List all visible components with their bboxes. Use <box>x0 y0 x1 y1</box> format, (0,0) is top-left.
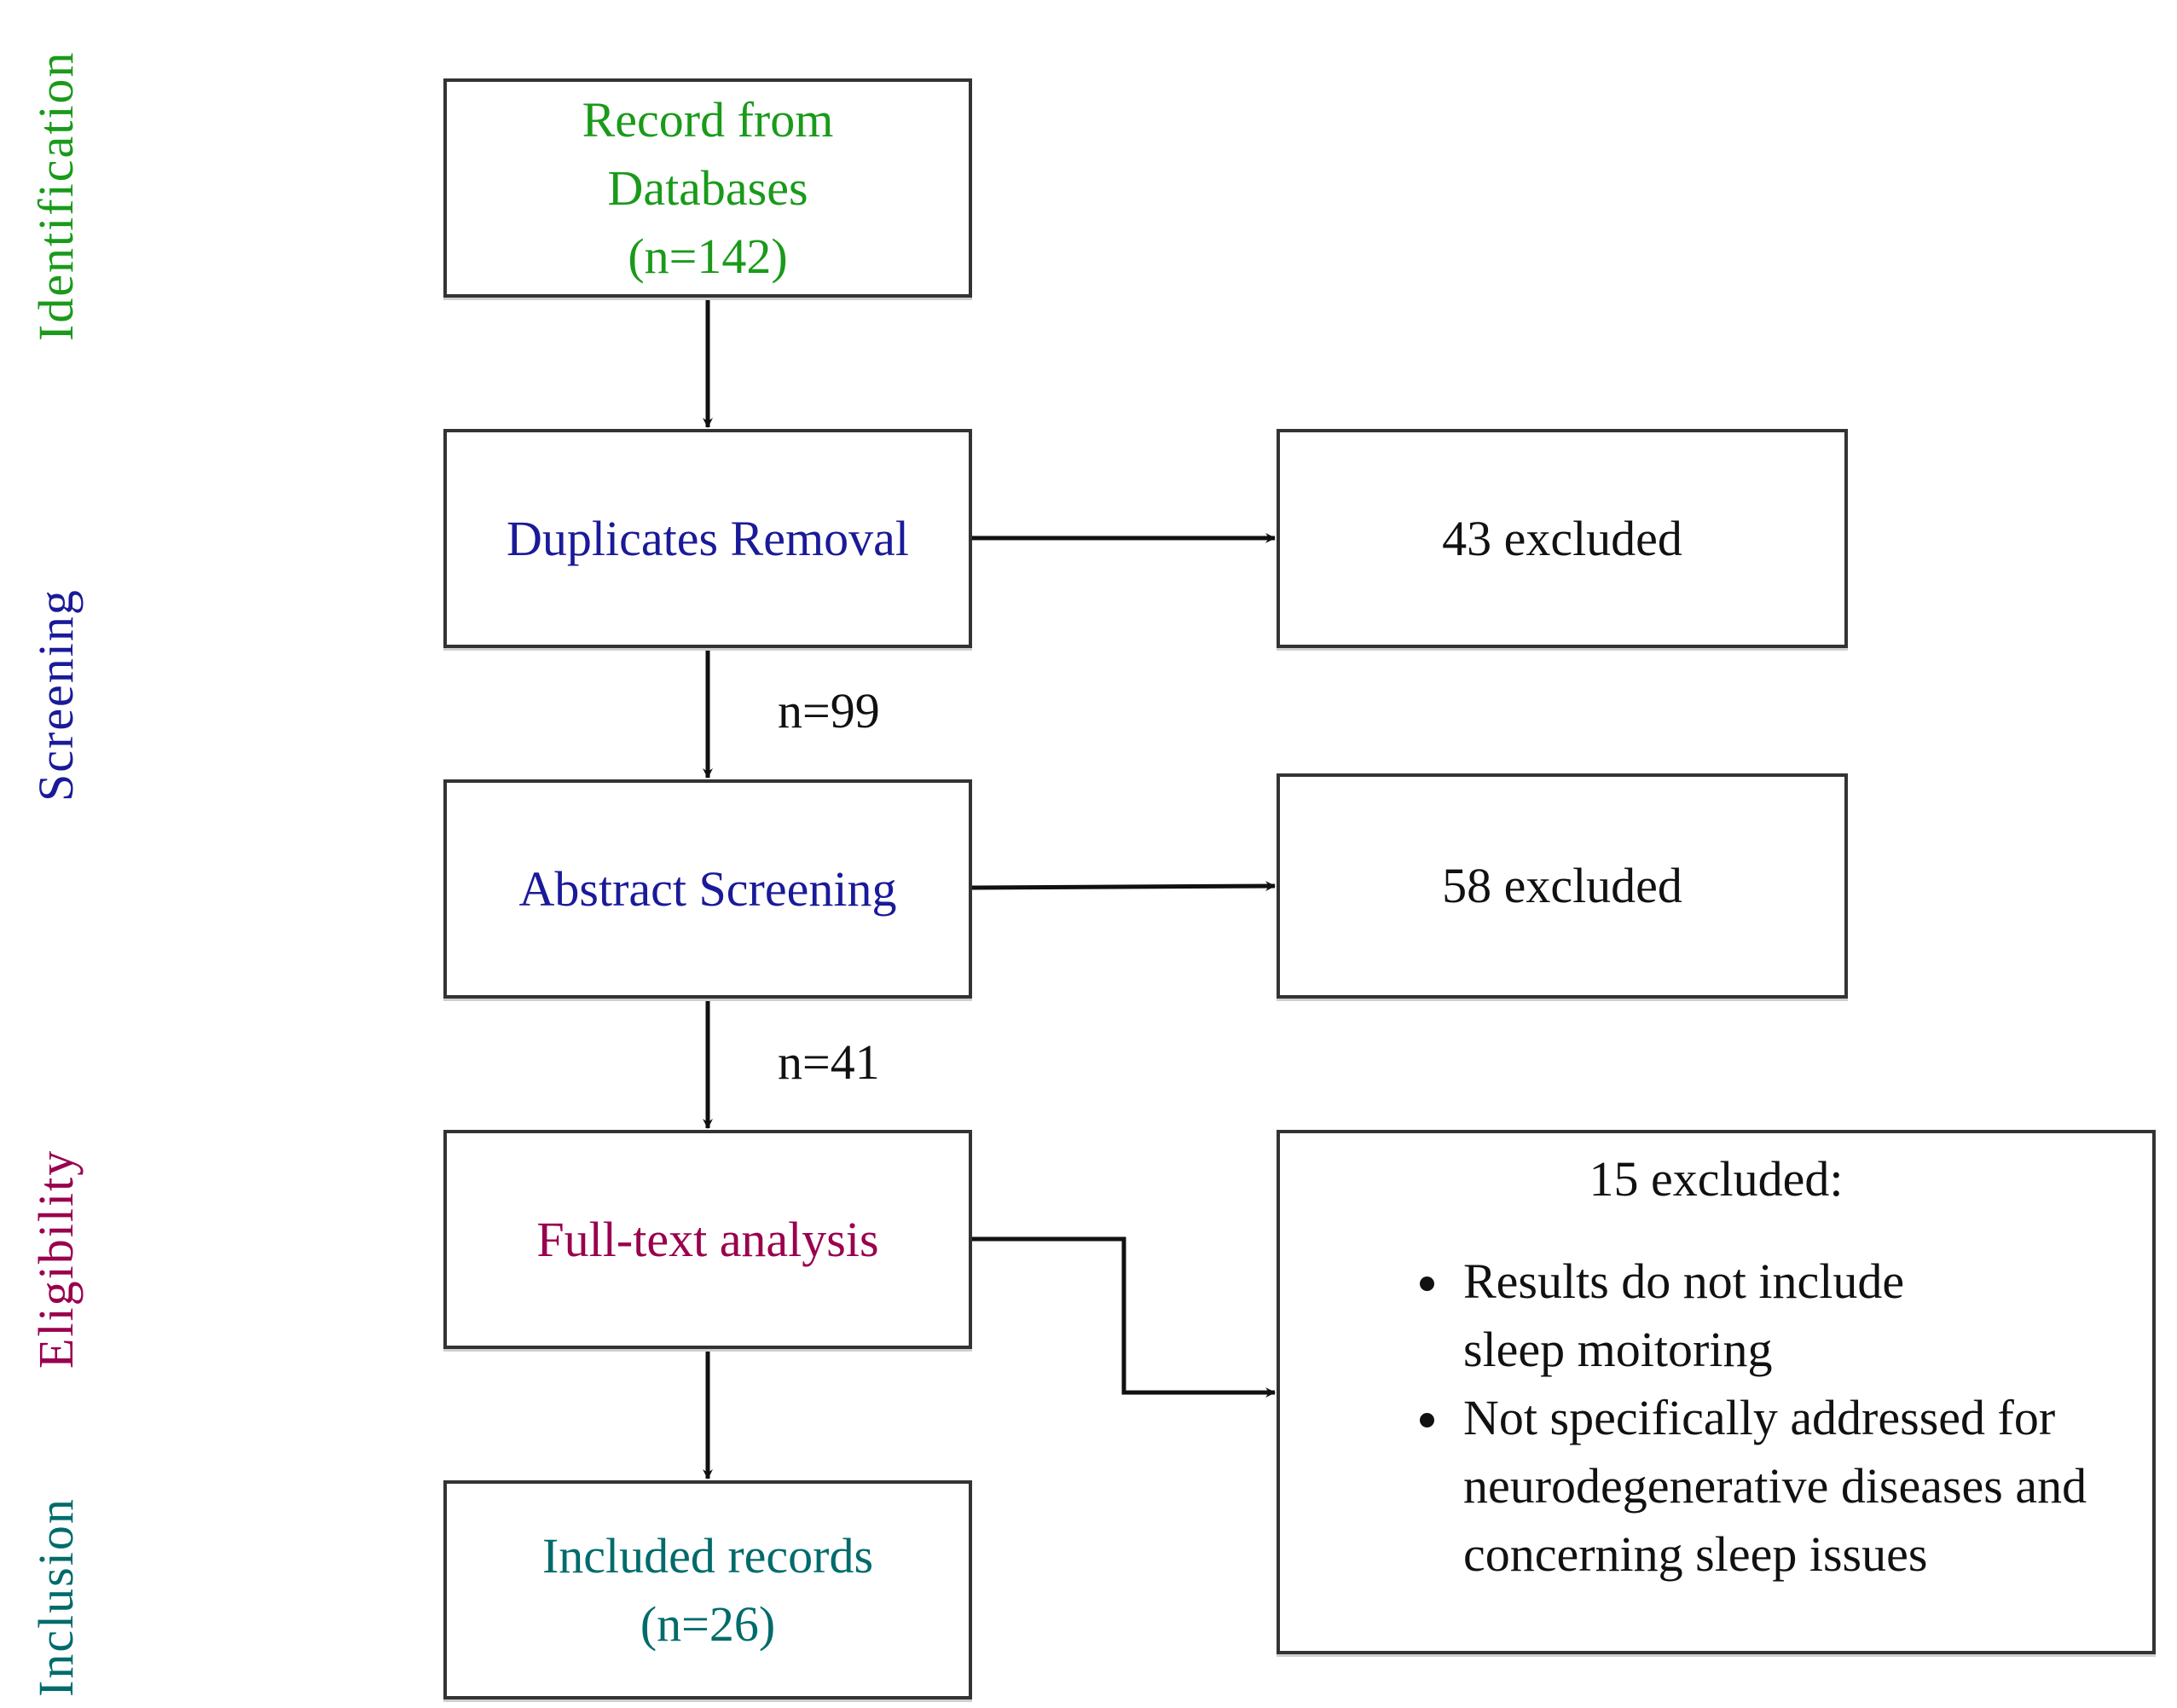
exclusion-reasons-list: Results do not include sleep moitoring N… <box>1280 1248 2152 1589</box>
exclusion-reason: Results do not include sleep moitoring <box>1455 1248 1941 1384</box>
full-text-analysis-box: Full-text analysis <box>443 1130 972 1349</box>
abstract-excluded-box: 58 excluded <box>1277 773 1848 999</box>
stage-label-identification: Identification <box>28 50 84 341</box>
duplicates-excluded-box: 43 excluded <box>1277 429 1848 648</box>
abstract-excluded-label: 58 excluded <box>1442 858 1682 913</box>
duplicates-excluded-label: 43 excluded <box>1442 510 1682 566</box>
included-records-label: Included records <box>541 1527 874 1584</box>
records-from-databases-box: Record from Databases (n=142) <box>443 78 972 298</box>
stage-label-screening: Screening <box>28 588 84 802</box>
stage-label-inclusion: Inclusion <box>28 1497 84 1697</box>
duplicates-removal-box: Duplicates Removal <box>443 429 972 648</box>
exclusion-reason: Not specifically addressed for neurodege… <box>1455 1384 2171 1589</box>
records-box-line-1: Record from <box>582 91 834 148</box>
arrow-fulltext-to-excluded <box>972 1236 1276 1398</box>
arrow-abstract-to-excluded <box>971 881 1276 892</box>
fulltext-excluded-title: 15 excluded: <box>1589 1151 1844 1207</box>
fulltext-excluded-box: 15 excluded: Results do not include slee… <box>1277 1130 2156 1654</box>
count-after-abstract: n=41 <box>778 1034 880 1090</box>
records-box-line-2: Databases <box>607 159 808 216</box>
abstract-screening-box: Abstract Screening <box>443 779 972 999</box>
abstract-screening-label: Abstract Screening <box>518 860 897 917</box>
records-box-count: (n=142) <box>628 228 788 284</box>
full-text-analysis-label: Full-text analysis <box>536 1211 879 1267</box>
included-records-box: Included records (n=26) <box>443 1480 972 1699</box>
count-after-duplicates: n=99 <box>778 683 880 738</box>
duplicates-removal-label: Duplicates Removal <box>507 510 909 566</box>
stage-label-eligibility: Eligibility <box>28 1149 84 1369</box>
included-records-count: (n=26) <box>640 1595 776 1652</box>
